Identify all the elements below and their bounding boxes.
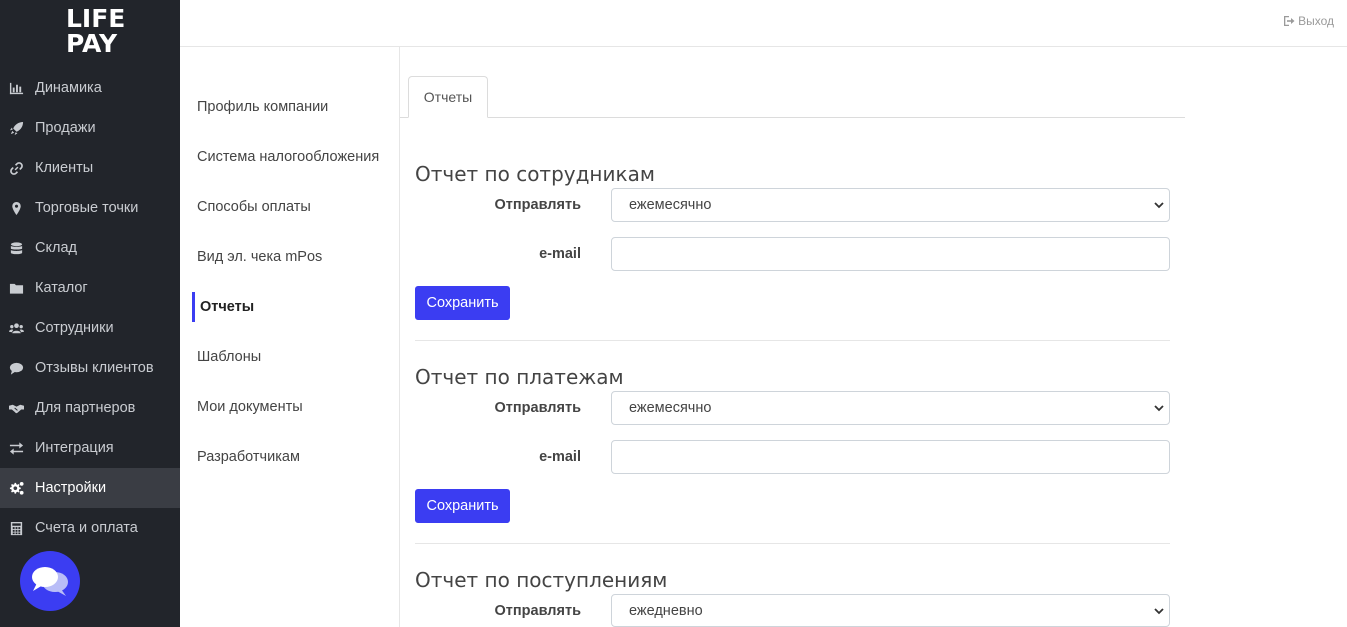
sidebar-nav: Динамика Продажи Клиенты Торговые точки … bbox=[0, 68, 180, 548]
top-bar: Выход bbox=[180, 0, 1347, 47]
logout-label: Выход bbox=[1298, 14, 1334, 28]
section-divider bbox=[415, 340, 1170, 341]
send-frequency-label: Отправлять bbox=[494, 603, 581, 619]
chat-bubbles-icon bbox=[32, 567, 68, 596]
section-title-payments-report: Отчет по платежам bbox=[415, 365, 624, 389]
sidebar-item-katalog[interactable]: Каталог bbox=[0, 268, 180, 308]
sidebar-item-dinamika[interactable]: Динамика bbox=[0, 68, 180, 108]
sidebar-item-sotrudniki[interactable]: Сотрудники bbox=[0, 308, 180, 348]
logo-line-2: PAY bbox=[66, 29, 118, 58]
sidebar-item-label: Для партнеров bbox=[35, 400, 136, 416]
sidebar-item-integratsiya[interactable]: Интеграция bbox=[0, 428, 180, 468]
email-field[interactable] bbox=[611, 237, 1170, 271]
send-frequency-select[interactable]: ежемесячно bbox=[611, 188, 1170, 222]
save-button[interactable]: Сохранить bbox=[415, 286, 510, 320]
submenu-item-tax-system[interactable]: Система налогообложения bbox=[197, 149, 379, 165]
chevron-down-icon bbox=[1154, 202, 1164, 209]
tab-bar: Отчеты bbox=[400, 76, 1185, 118]
section-title-receipts-report: Отчет по поступлениям bbox=[415, 568, 668, 592]
submenu-item-reports[interactable]: Отчеты bbox=[200, 299, 254, 315]
gears-icon bbox=[8, 480, 24, 496]
chat-widget-button[interactable] bbox=[20, 551, 80, 611]
handshake-icon bbox=[8, 400, 24, 416]
chevron-down-icon bbox=[1154, 405, 1164, 412]
submenu-item-templates[interactable]: Шаблоны bbox=[197, 349, 261, 365]
sidebar-item-klienty[interactable]: Клиенты bbox=[0, 148, 180, 188]
sidebar-item-label: Каталог bbox=[35, 280, 88, 296]
submenu-item-payment-methods[interactable]: Способы оплаты bbox=[197, 199, 311, 215]
sidebar-item-nastroyki[interactable]: Настройки bbox=[0, 468, 180, 508]
map-marker-icon bbox=[8, 200, 24, 216]
logout-link[interactable]: Выход bbox=[1283, 14, 1334, 28]
database-icon bbox=[8, 240, 24, 256]
rocket-icon bbox=[8, 120, 24, 136]
save-button[interactable]: Сохранить bbox=[415, 489, 510, 523]
bar-chart-icon bbox=[8, 80, 24, 96]
calculator-icon bbox=[8, 520, 24, 536]
section-title-employees-report: Отчет по сотрудникам bbox=[415, 162, 655, 186]
section-divider bbox=[415, 543, 1170, 544]
submenu-active-indicator bbox=[192, 292, 195, 322]
sidebar-item-scheta[interactable]: Счета и оплата bbox=[0, 508, 180, 548]
sidebar-item-sklad[interactable]: Склад bbox=[0, 228, 180, 268]
sidebar-item-label: Торговые точки bbox=[35, 200, 139, 216]
email-field[interactable] bbox=[611, 440, 1170, 474]
sidebar-item-label: Сотрудники bbox=[35, 320, 114, 336]
comment-icon bbox=[8, 360, 24, 376]
email-label: e-mail bbox=[539, 246, 581, 262]
send-frequency-value: ежемесячно bbox=[629, 197, 712, 213]
submenu-item-developers[interactable]: Разработчикам bbox=[197, 449, 300, 465]
sidebar-item-label: Клиенты bbox=[35, 160, 94, 176]
submenu-item-mpos-receipt[interactable]: Вид эл. чека mPos bbox=[197, 249, 322, 265]
send-frequency-value: ежедневно bbox=[629, 602, 703, 619]
sidebar-item-label: Склад bbox=[35, 240, 77, 256]
sidebar-item-otzyvy[interactable]: Отзывы клиентов bbox=[0, 348, 180, 388]
send-frequency-select[interactable]: ежемесячно bbox=[611, 391, 1170, 425]
sidebar-item-label: Продажи bbox=[35, 120, 96, 136]
sidebar-item-label: Отзывы клиентов bbox=[35, 360, 154, 376]
tab-reports[interactable]: Отчеты bbox=[408, 76, 488, 118]
send-frequency-select[interactable]: ежедневно bbox=[611, 594, 1170, 627]
users-icon bbox=[8, 320, 24, 336]
send-frequency-value: ежемесячно bbox=[629, 400, 712, 416]
sidebar-item-torgovye-tochki[interactable]: Торговые точки bbox=[0, 188, 180, 228]
send-frequency-label: Отправлять bbox=[494, 400, 581, 416]
submenu-item-company-profile[interactable]: Профиль компании bbox=[197, 99, 328, 115]
link-icon bbox=[8, 160, 24, 176]
email-label: e-mail bbox=[539, 449, 581, 465]
submenu-item-my-documents[interactable]: Мои документы bbox=[197, 399, 303, 415]
lifepay-logo[interactable]: LIFE PAY bbox=[66, 6, 125, 56]
sidebar-item-label: Настройки bbox=[35, 480, 107, 496]
sidebar-item-label: Динамика bbox=[35, 80, 102, 96]
sidebar-item-partnery[interactable]: Для партнеров bbox=[0, 388, 180, 428]
folder-icon bbox=[8, 280, 24, 296]
chevron-down-icon bbox=[1154, 608, 1164, 615]
sidebar-item-label: Счета и оплата bbox=[35, 520, 138, 536]
settings-submenu: Профиль компании Система налогообложения… bbox=[180, 47, 400, 627]
sidebar: LIFE PAY Динамика Продажи Клиенты Торгов… bbox=[0, 0, 180, 627]
sign-out-icon bbox=[1284, 16, 1295, 26]
exchange-icon bbox=[8, 440, 24, 456]
sidebar-item-label: Интеграция bbox=[35, 440, 114, 456]
logo-line-1: LIFE bbox=[66, 4, 126, 33]
send-frequency-label: Отправлять bbox=[494, 197, 581, 213]
sidebar-item-prodazhi[interactable]: Продажи bbox=[0, 108, 180, 148]
